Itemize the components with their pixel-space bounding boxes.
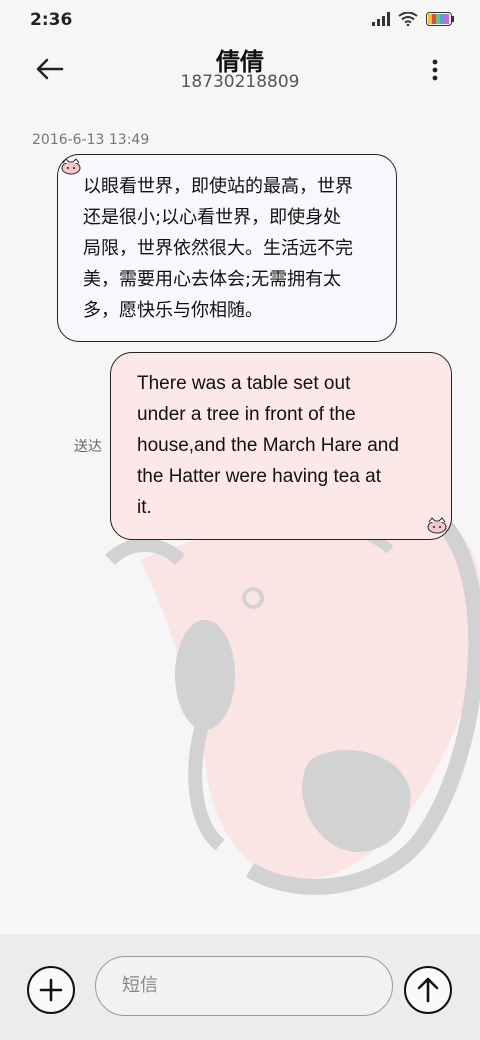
message-timestamp: 2016-6-13 13:49 xyxy=(32,132,150,148)
message-line: house,and the March Hare and xyxy=(137,435,399,456)
more-vertical-icon[interactable] xyxy=(430,58,440,82)
delivery-status: 送达 xyxy=(74,439,102,455)
message-line: it. xyxy=(137,497,152,518)
status-bar: 2:36 xyxy=(0,0,480,40)
battery-icon xyxy=(426,12,454,26)
contact-number: 18730218809 xyxy=(180,72,300,92)
sms-input[interactable]: 短信 xyxy=(95,956,393,1016)
signal-icon xyxy=(372,12,390,26)
cow-watermark-background xyxy=(105,514,480,895)
message-line: 以眼看世界，即使站的最高，世界 xyxy=(83,176,353,197)
outgoing-message-bubble[interactable]: There was a table set out under a tree i… xyxy=(110,352,452,540)
status-icons xyxy=(372,12,454,26)
composer-bar: 短信 xyxy=(0,934,480,1040)
incoming-message-bubble[interactable]: 以眼看世界，即使站的最高，世界 还是很小;以心看世界，即使身处 局限，世界依然很… xyxy=(57,154,397,342)
conversation-header: 倩倩 18730218809 xyxy=(0,40,480,100)
wifi-icon xyxy=(398,12,418,26)
message-line: 美，需要用心去体会;无需拥有太 xyxy=(83,269,342,290)
cow-sticker-icon xyxy=(61,158,81,175)
send-button[interactable] xyxy=(404,966,452,1014)
message-line: 多，愿快乐与你相随。 xyxy=(83,300,263,321)
add-attachment-button[interactable] xyxy=(27,966,75,1014)
plus-icon xyxy=(39,978,63,1002)
cow-sticker-icon xyxy=(427,517,447,534)
message-line: the Hatter were having tea at xyxy=(137,466,381,487)
message-line: 还是很小;以心看世界，即使身处 xyxy=(83,207,342,228)
message-line: There was a table set out xyxy=(137,373,351,394)
status-time: 2:36 xyxy=(30,10,73,30)
send-arrow-icon xyxy=(417,977,439,1003)
message-line: 局限，世界依然很大。生活远不完 xyxy=(83,238,353,259)
message-line: under a tree in front of the xyxy=(137,404,356,425)
